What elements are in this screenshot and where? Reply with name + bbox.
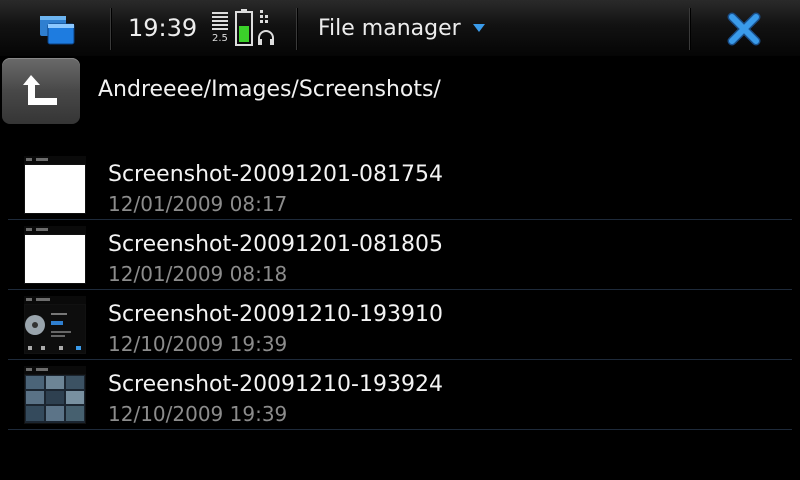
status-divider xyxy=(689,8,690,50)
file-name: Screenshot-20091201-081754 xyxy=(108,162,443,187)
headphones-icon xyxy=(258,10,274,45)
file-thumbnail xyxy=(24,296,86,354)
file-list: Screenshot-20091201-081754 12/01/2009 08… xyxy=(8,150,792,430)
screen: 19:39 2.5 File manager Andreeee/Images/S… xyxy=(0,0,800,480)
task-switcher-button[interactable] xyxy=(26,6,88,50)
file-date: 12/10/2009 19:39 xyxy=(108,332,288,356)
close-icon xyxy=(727,12,761,46)
status-divider xyxy=(110,8,111,50)
file-date: 12/01/2009 08:17 xyxy=(108,192,288,216)
up-folder-button[interactable] xyxy=(2,58,80,124)
file-thumbnail xyxy=(24,156,86,214)
battery-icon xyxy=(235,9,253,46)
network-type-label: 2.5 xyxy=(212,33,228,44)
file-name: Screenshot-20091210-193924 xyxy=(108,372,443,397)
file-date: 12/10/2009 19:39 xyxy=(108,402,288,426)
file-date: 12/01/2009 08:18 xyxy=(108,262,288,286)
close-button[interactable] xyxy=(724,10,764,48)
current-path: Andreeee/Images/Screenshots/ xyxy=(98,77,441,102)
status-divider xyxy=(296,8,297,50)
up-arrow-icon xyxy=(23,75,57,105)
file-thumbnail xyxy=(24,366,86,424)
file-thumbnail xyxy=(24,226,86,284)
file-list-item[interactable]: Screenshot-20091210-193924 12/10/2009 19… xyxy=(8,360,792,430)
status-bar: 19:39 2.5 File manager xyxy=(0,0,800,56)
file-list-item[interactable]: Screenshot-20091201-081805 12/01/2009 08… xyxy=(8,220,792,290)
app-title: File manager xyxy=(318,15,461,41)
file-name: Screenshot-20091210-193910 xyxy=(108,302,443,327)
dropdown-arrow-icon xyxy=(472,24,485,32)
file-name: Screenshot-20091201-081805 xyxy=(108,232,443,257)
app-menu-button[interactable]: File manager xyxy=(318,14,485,42)
file-list-item[interactable]: Screenshot-20091201-081754 12/01/2009 08… xyxy=(8,150,792,220)
clock: 19:39 xyxy=(128,14,198,42)
file-list-item[interactable]: Screenshot-20091210-193910 12/10/2009 19… xyxy=(8,290,792,360)
task-switcher-icon xyxy=(40,16,75,45)
